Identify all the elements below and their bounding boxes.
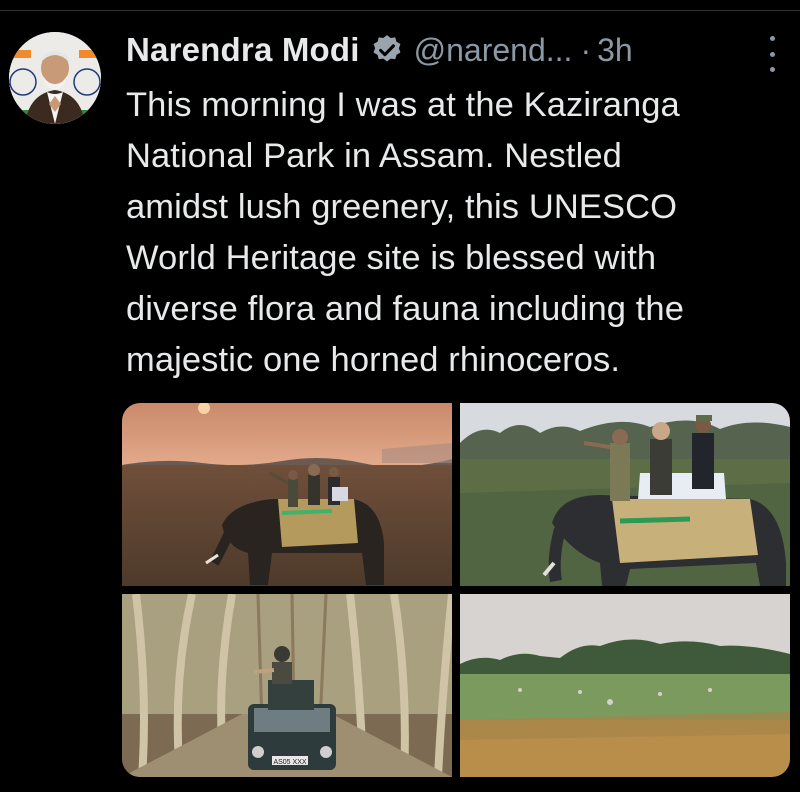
author-name[interactable]: Narendra Modi	[126, 31, 360, 69]
header-separator: ·	[580, 31, 592, 68]
top-divider	[0, 10, 800, 11]
tweet-text: This morning I was at the Kaziranga Nati…	[126, 80, 796, 386]
tweet-text-line: amidst lush greenery, this UNESCO	[126, 188, 678, 226]
media-grid: AS05 XXX	[122, 403, 790, 777]
tweet-timestamp[interactable]: 3h	[597, 32, 633, 69]
media-photo-jeep-safari[interactable]: AS05 XXX	[122, 594, 452, 777]
media-photo-elephant-sunrise[interactable]	[122, 403, 452, 586]
more-options-icon[interactable]	[764, 36, 780, 72]
license-plate-text: AS05 XXX	[273, 759, 306, 766]
verified-badge-icon	[370, 33, 404, 67]
author-handle[interactable]: @narend...	[414, 32, 573, 69]
avatar-image	[9, 32, 101, 124]
tweet-text-line: majestic one horned rhinoceros.	[126, 341, 621, 379]
media-photo-elephant-closeup[interactable]	[460, 403, 790, 586]
media-photo-grassland[interactable]	[460, 594, 790, 777]
tweet-header: Narendra Modi @narend... · 3h	[126, 26, 633, 74]
tweet-text-line: diverse flora and fauna including the	[126, 290, 684, 328]
tweet-text-line: This morning I was at the Kaziranga	[126, 86, 680, 124]
tweet-text-line: National Park in Assam. Nestled	[126, 137, 622, 175]
tweet-text-line: World Heritage site is blessed with	[126, 239, 657, 277]
author-avatar[interactable]	[9, 32, 101, 124]
